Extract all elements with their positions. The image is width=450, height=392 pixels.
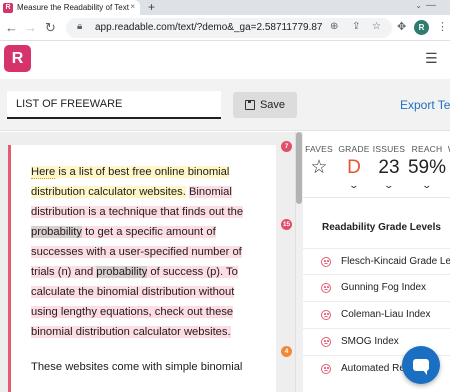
hamburger-menu-icon[interactable]: ☰ [425, 50, 438, 67]
chat-button[interactable] [402, 346, 440, 384]
issue-marker-icon[interactable]: 15 [281, 219, 292, 230]
reload-icon[interactable]: ↻ [45, 20, 56, 36]
browser-tabstrip: R Measure the Readability of Text × + ⌄ … [0, 0, 450, 15]
lock-icon[interactable]: 🔒︎ [77, 21, 82, 32]
grade-score[interactable]: GRADE D ⌄ [337, 132, 371, 198]
document-title-bar: Save Export Te [0, 79, 450, 131]
issues-value: 23 [378, 157, 400, 178]
sad-face-icon [321, 364, 331, 374]
app-header: R ☰ [0, 41, 450, 79]
chevron-down-icon[interactable]: ⌄ [349, 180, 360, 191]
bookmark-star-icon[interactable]: ☆ [372, 21, 381, 32]
issues-score[interactable]: ISSUES 23 ⌄ [371, 132, 407, 198]
sentence-segment[interactable]: probability [31, 226, 82, 238]
install-app-icon[interactable]: ⊕ [330, 21, 338, 32]
sentence-segment[interactable]: Here [31, 166, 56, 179]
grade-level-row[interactable]: Gunning Fog Index [303, 274, 450, 300]
editor-paragraph-2[interactable]: These websites come with simple binomial [31, 357, 263, 377]
faves-score[interactable]: FAVES ☆ [303, 132, 335, 198]
reach-score[interactable]: REACH 59% ⌄ [407, 132, 447, 198]
forward-arrow-icon[interactable]: → [24, 20, 37, 35]
grade-level-name: SMOG Index [341, 336, 399, 347]
readable-logo[interactable]: R [4, 45, 31, 72]
grade-levels-heading: Readability Grade Levels [322, 222, 441, 233]
score-bar: FAVES ☆ GRADE D ⌄ ISSUES 23 ⌄ REACH 59% … [303, 132, 450, 198]
readable-favicon-icon: R [3, 2, 13, 13]
sad-face-icon [321, 337, 331, 347]
issue-marker-icon[interactable]: 7 [281, 141, 292, 152]
back-arrow-icon[interactable]: ← [5, 20, 18, 35]
star-icon[interactable]: ☆ [310, 156, 327, 179]
reach-label: REACH [411, 144, 443, 154]
share-icon[interactable]: ⇪ [352, 21, 360, 32]
new-tab-icon[interactable]: + [148, 0, 155, 14]
tab-search-icon[interactable]: ⌄ [415, 1, 422, 10]
save-button[interactable]: Save [233, 92, 297, 118]
grade-value: D [347, 157, 361, 178]
browser-menu-icon[interactable]: ⋮ [437, 20, 448, 33]
grade-level-row[interactable]: Flesch-Kincaid Grade Le [303, 248, 450, 274]
sad-face-icon [321, 310, 331, 320]
chevron-down-icon[interactable]: ⌄ [422, 180, 433, 191]
minimize-window-icon[interactable]: — [426, 0, 436, 11]
browser-tab[interactable]: R Measure the Readability of Text × [0, 0, 140, 15]
issues-label: ISSUES [372, 144, 406, 154]
faves-label: FAVES [305, 144, 333, 154]
profile-avatar[interactable]: R [414, 20, 429, 35]
sentence-segment[interactable]: probability [96, 266, 148, 278]
tab-title: Measure the Readability of Text [17, 3, 129, 12]
address-bar[interactable]: 🔒︎ app.readable.com/text/?demo&_ga=2.587… [66, 18, 392, 38]
save-button-label: Save [259, 99, 286, 111]
extensions-puzzle-icon[interactable]: ✥ [397, 20, 406, 33]
sad-face-icon [321, 257, 331, 267]
grade-label: GRADE [338, 144, 370, 154]
chat-bubble-icon [413, 359, 429, 375]
save-floppy-icon [244, 100, 255, 110]
grade-level-name: Flesch-Kincaid Grade Le [341, 256, 450, 267]
url-text[interactable]: app.readable.com/text/?demo&_ga=2.587117… [95, 22, 323, 33]
editor-text[interactable]: Here is a list of best free online binom… [31, 162, 263, 392]
grade-level-name: Gunning Fog Index [341, 282, 427, 293]
editor-scrollbar-thumb[interactable] [296, 132, 302, 204]
tab-close-icon[interactable]: × [130, 2, 135, 11]
chevron-down-icon[interactable]: ⌄ [384, 180, 395, 191]
browser-toolbar: ← → ↻ 🔒︎ app.readable.com/text/?demo&_ga… [0, 15, 450, 41]
grade-level-name: Automated Re [341, 363, 405, 374]
sentence-segment[interactable]: of success (p). [147, 266, 224, 278]
grade-level-name: Coleman-Liau Index [341, 309, 431, 320]
document-title-input[interactable] [7, 91, 221, 119]
reach-value: 59% [407, 157, 447, 178]
editor-paragraph-1[interactable]: Here is a list of best free online binom… [31, 162, 263, 342]
sad-face-icon [321, 283, 331, 293]
grade-level-row[interactable]: Coleman-Liau Index [303, 301, 450, 327]
export-text-link[interactable]: Export Te [400, 98, 450, 112]
issue-marker-icon[interactable]: 4 [281, 346, 292, 357]
